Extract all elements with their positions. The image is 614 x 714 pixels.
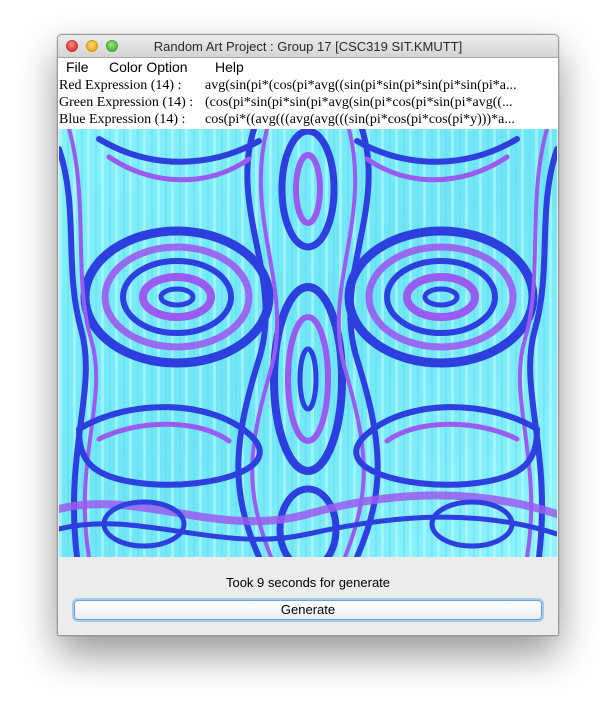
green-expression-value: (cos(pi*sin(pi*sin(pi*avg(sin(pi*cos(pi*… [205, 95, 513, 110]
title-bar: Random Art Project : Group 17 [CSC319 SI… [58, 35, 558, 58]
blue-expression-label: Blue Expression (14) : [59, 112, 186, 127]
red-expression-row: Red Expression (14) : avg(sin(pi*(cos(pi… [58, 78, 558, 95]
status-message: Took 9 seconds for generate [225, 575, 391, 590]
random-art-canvas [59, 129, 557, 557]
green-expression-label: Green Expression (14) : [59, 95, 194, 110]
blue-expression-row: Blue Expression (14) : cos(pi*((avg(((av… [58, 112, 558, 129]
window-title: Random Art Project : Group 17 [CSC319 SI… [153, 39, 463, 54]
red-expression-label: Red Expression (14) : [59, 78, 182, 93]
blue-expression-value: cos(pi*((avg(((avg(avg(((sin(pi*cos(pi*c… [205, 112, 515, 127]
generate-button[interactable]: Generate [74, 600, 542, 620]
green-expression-row: Green Expression (14) : (cos(pi*sin(pi*s… [58, 95, 558, 112]
menu-bar: File Color Option Help [58, 58, 558, 79]
red-expression-value: avg(sin(pi*(cos(pi*avg((sin(pi*sin(pi*si… [205, 78, 517, 93]
random-art-image [59, 129, 557, 557]
menu-color-option[interactable]: Color Option [109, 59, 188, 75]
menu-file[interactable]: File [66, 59, 89, 75]
menu-help[interactable]: Help [215, 59, 244, 75]
app-window: Random Art Project : Group 17 [CSC319 SI… [57, 34, 559, 636]
